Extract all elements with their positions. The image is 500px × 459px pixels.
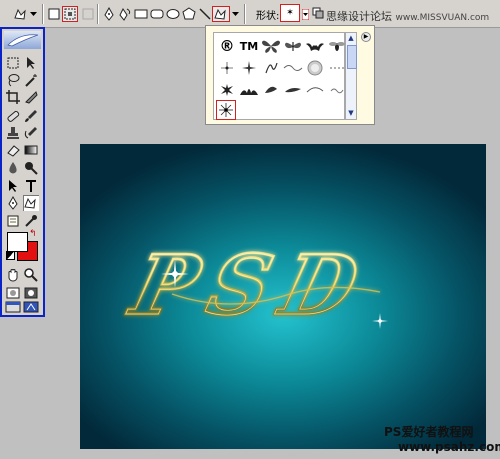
separator: [244, 4, 245, 24]
hand-tool-icon[interactable]: [5, 267, 21, 283]
sparkle-star-right: [372, 313, 388, 329]
shape-picker-scrollbar[interactable]: ▲ ▼: [345, 32, 357, 120]
options-bar: 形状: ✶ 思缘设计论坛 www.MISSVUAN.com: [0, 0, 500, 28]
standard-mode-icon[interactable]: [5, 285, 21, 301]
forum-watermark-name: 思缘设计论坛: [326, 10, 392, 23]
dodge-tool-icon[interactable]: [23, 160, 39, 176]
tool-preset-dropdown-icon[interactable]: [29, 11, 38, 27]
forum-watermark-url: www.MISSVUAN.com: [395, 13, 490, 23]
custom-shape-tool-preset-icon[interactable]: [12, 6, 28, 22]
rectangle-tool-icon[interactable]: [133, 6, 149, 22]
eraser-tool-icon[interactable]: [5, 142, 21, 158]
blur-tool-icon[interactable]: [5, 160, 21, 176]
freeform-pen-icon[interactable]: [117, 6, 133, 22]
shape-star-sparkle-icon[interactable]: [238, 57, 260, 79]
site-watermark: PS爱好者教程网 www.psahz.com: [384, 425, 500, 455]
shape-bat-icon[interactable]: [304, 35, 326, 57]
scroll-down-arrow-icon[interactable]: ▼: [347, 109, 355, 118]
combine-mode-icon[interactable]: [312, 7, 324, 19]
eyedropper-icon[interactable]: [23, 213, 39, 229]
canvas-artwork: PSD PSD: [119, 236, 388, 335]
history-brush-icon[interactable]: [23, 125, 39, 141]
custom-shape-tool-icon[interactable]: [23, 195, 39, 211]
shape-moth-icon[interactable]: [282, 35, 304, 57]
crop-tool-icon[interactable]: [5, 89, 21, 105]
site-watermark-url: www.psahz.com: [398, 440, 500, 454]
rounded-rectangle-tool-icon[interactable]: [149, 6, 165, 22]
shape-trademark-symbol[interactable]: TM: [238, 35, 260, 57]
shape-grid: ® TM: [213, 32, 345, 120]
shape-preview-swatch[interactable]: ✶: [280, 4, 300, 22]
pen-tool-icon[interactable]: [101, 6, 117, 22]
path-selection-icon[interactable]: [5, 178, 21, 194]
line-tool-icon[interactable]: [197, 6, 213, 22]
custom-shape-tool-icon[interactable]: [212, 6, 230, 22]
brush-tool-icon[interactable]: [23, 108, 39, 124]
notes-tool-icon[interactable]: [5, 213, 21, 229]
shape-leaf-icon[interactable]: [260, 79, 282, 101]
shape-brush-stroke-icon[interactable]: [282, 79, 304, 101]
default-colors-icon[interactable]: [6, 251, 15, 260]
toolbox-panel: ↰: [0, 27, 45, 317]
scroll-thumb[interactable]: [347, 45, 357, 69]
healing-brush-icon[interactable]: [5, 108, 21, 124]
type-tool-icon[interactable]: [23, 178, 39, 194]
separator: [42, 4, 43, 24]
shape-swirl-line-icon[interactable]: [282, 57, 304, 79]
swap-colors-icon[interactable]: ↰: [29, 229, 37, 239]
foreground-color-swatch[interactable]: [7, 232, 28, 252]
site-watermark-title: PS爱好者教程网: [384, 425, 474, 439]
shape-flourish-icon[interactable]: [260, 57, 282, 79]
pen-tool-icon[interactable]: [5, 195, 21, 211]
shape-registered-symbol[interactable]: ®: [216, 35, 238, 57]
clone-stamp-icon[interactable]: [5, 125, 21, 141]
shape-circle-texture-icon[interactable]: [304, 57, 326, 79]
move-tool-icon[interactable]: [23, 55, 39, 71]
screen-mode-icon[interactable]: [5, 301, 21, 317]
magic-wand-icon[interactable]: [23, 72, 39, 88]
slice-tool-icon[interactable]: [23, 89, 39, 105]
marquee-tool-icon[interactable]: [5, 55, 21, 71]
gradient-tool-icon[interactable]: [23, 142, 39, 158]
scroll-up-arrow-icon[interactable]: ▲: [347, 34, 355, 43]
psd-text-highlight: PSD: [121, 237, 381, 334]
shape-picker-dropdown-icon[interactable]: [301, 8, 310, 21]
separator: [97, 4, 98, 24]
shape-sparkle-icon[interactable]: [216, 57, 238, 79]
shape-layers-icon[interactable]: [46, 6, 62, 22]
fill-pixels-icon[interactable]: [80, 6, 96, 22]
shape-starburst-selected-icon[interactable]: [216, 100, 236, 120]
shape-thin-swirl-icon[interactable]: [304, 79, 326, 101]
shape-grass-icon[interactable]: [238, 79, 260, 101]
picker-menu-arrow-icon[interactable]: ▶: [361, 32, 371, 42]
shape-splat-icon[interactable]: [216, 79, 238, 101]
document-canvas[interactable]: PSD PSD: [80, 144, 486, 449]
zoom-tool-icon[interactable]: [23, 267, 39, 283]
shape-preview-glyph: ✶: [286, 8, 294, 18]
photoshop-feather-logo[interactable]: [4, 31, 41, 49]
polygon-tool-icon[interactable]: [181, 6, 197, 22]
forum-watermark: 思缘设计论坛 www.MISSVUAN.com: [326, 8, 489, 24]
imageready-jump-icon[interactable]: [23, 301, 39, 317]
shape-trademark-glyph: TM: [239, 39, 259, 53]
lasso-tool-icon[interactable]: [5, 72, 21, 88]
ellipse-tool-icon[interactable]: [165, 6, 181, 22]
shape-butterfly-icon[interactable]: [260, 35, 282, 57]
shape-registered-glyph: ®: [219, 37, 235, 55]
quick-mask-mode-icon[interactable]: [23, 285, 39, 301]
shape-label: 形状:: [256, 11, 280, 22]
paths-mode-icon[interactable]: [62, 6, 78, 22]
custom-shape-picker-panel: ® TM ▲ ▼ ▶: [205, 25, 375, 125]
